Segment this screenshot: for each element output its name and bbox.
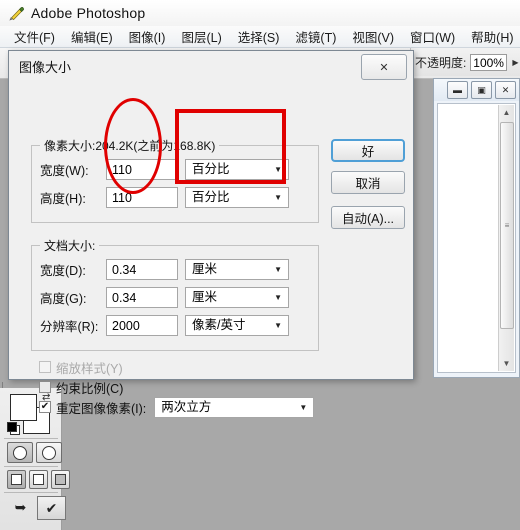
- menu-item-window[interactable]: 窗口(W): [402, 25, 463, 48]
- pixel-height-input[interactable]: 110: [106, 186, 178, 208]
- resample-image-checkbox[interactable]: ✔: [39, 401, 51, 413]
- doc-resolution-label: 分辨率(R):: [40, 319, 99, 334]
- pixel-width-unit-value: 百分比: [192, 161, 230, 176]
- minimize-icon[interactable]: ▬: [447, 81, 468, 99]
- quick-mask-mode-icon[interactable]: [36, 442, 62, 463]
- pixel-width-unit-select[interactable]: 百分比 ▼: [185, 158, 289, 180]
- doc-width-input[interactable]: 0.34: [106, 258, 178, 280]
- cancel-button[interactable]: 取消: [331, 171, 405, 194]
- menu-bar: 文件(F) 编辑(E) 图像(I) 图层(L) 选择(S) 滤镜(T) 视图(V…: [0, 26, 520, 48]
- resample-method-value: 两次立方: [161, 399, 212, 414]
- document-size-legend: 文档大小:: [44, 239, 96, 253]
- chevron-down-icon: ▼: [274, 264, 282, 274]
- standard-screen-mode-icon[interactable]: [7, 470, 26, 489]
- constrain-proportions-row[interactable]: 约束比例(C): [39, 377, 339, 397]
- opacity-slider-arrow-icon[interactable]: ▶: [511, 54, 520, 71]
- scale-styles-label: 缩放样式(Y): [56, 361, 123, 376]
- doc-height-input[interactable]: 0.34: [106, 286, 178, 308]
- document-titlebar: ▬ ▣ ✕: [434, 79, 519, 101]
- imageready-check-icon[interactable]: ✔: [37, 496, 66, 520]
- pixel-height-unit-select[interactable]: 百分比 ▼: [185, 186, 289, 208]
- resample-image-row[interactable]: ✔ 重定图像像素(I): 两次立方 ▼: [39, 396, 339, 418]
- pixel-width-input[interactable]: 110: [106, 158, 178, 180]
- pixel-height-label: 高度(H):: [40, 191, 86, 206]
- doc-resolution-unit-value: 像素/英寸: [192, 317, 246, 332]
- constrain-proportions-checkbox[interactable]: [39, 381, 51, 393]
- chevron-down-icon: ▼: [274, 164, 282, 174]
- full-screen-mode-icon[interactable]: [51, 470, 70, 489]
- doc-resolution-input[interactable]: 2000: [106, 314, 178, 336]
- doc-resolution-unit-select[interactable]: 像素/英寸 ▼: [185, 314, 289, 336]
- menu-item-filter[interactable]: 滤镜(T): [287, 25, 344, 48]
- chevron-down-icon: ▼: [274, 192, 282, 202]
- doc-width-row: 宽度(D): 0.34 厘米 ▼: [40, 256, 318, 282]
- doc-height-label: 高度(G):: [40, 291, 87, 306]
- resample-image-label: 重定图像像素(I):: [56, 401, 147, 416]
- dialog-options: 缩放样式(Y) 约束比例(C) ✔ 重定图像像素(I): 两次立方 ▼: [39, 357, 339, 418]
- dialog-titlebar: 图像大小: [9, 51, 413, 81]
- resample-method-select[interactable]: 两次立方 ▼: [154, 396, 315, 418]
- toolbox-divider-3: [4, 492, 58, 493]
- doc-width-label: 宽度(D):: [40, 263, 86, 278]
- pixel-height-unit-value: 百分比: [192, 189, 230, 204]
- quick-mask-mode-group: [7, 442, 62, 463]
- toolbox-divider-2: [4, 466, 58, 467]
- foreground-color-swatch[interactable]: [10, 394, 37, 421]
- scale-styles-row[interactable]: 缩放样式(Y): [39, 357, 339, 377]
- menu-item-select[interactable]: 选择(S): [230, 25, 288, 48]
- doc-resolution-row: 分辨率(R): 2000 像素/英寸 ▼: [40, 312, 318, 338]
- close-icon[interactable]: ✕: [495, 81, 516, 99]
- jump-to-imageready-group: ➥ ✔: [7, 496, 66, 520]
- chevron-down-icon: ▼: [299, 402, 308, 412]
- ok-button[interactable]: 好: [331, 139, 405, 162]
- menu-item-layer[interactable]: 图层(L): [173, 25, 229, 48]
- doc-width-unit-value: 厘米: [192, 261, 218, 276]
- app-title: Adobe Photoshop: [31, 5, 146, 21]
- pixel-dimensions-legend: 像素大小:204.2K(之前为168.8K): [44, 139, 216, 153]
- document-canvas[interactable]: ▲ ≡ ▼: [437, 103, 516, 373]
- photoshop-pen-icon: [8, 5, 25, 22]
- chevron-down-icon: ▼: [274, 320, 282, 330]
- document-size-group: 文档大小: 宽度(D): 0.34 厘米 ▼ 高度(G): 0.34 厘米 ▼ …: [31, 237, 319, 351]
- chevron-down-icon: ▼: [274, 292, 282, 302]
- scrollbar-thumb[interactable]: ≡: [500, 122, 514, 329]
- dialog-title: 图像大小: [19, 59, 72, 75]
- image-size-dialog: 图像大小 ✕ 像素大小:204.2K(之前为168.8K) 宽度(W): 110…: [8, 50, 414, 418]
- layers-palette-opacity-row: 不透明度: 100% ▶: [410, 48, 520, 76]
- opacity-label: 不透明度:: [415, 55, 467, 70]
- menu-item-file[interactable]: 文件(F): [6, 25, 63, 48]
- full-screen-menubar-icon[interactable]: [29, 470, 48, 489]
- standard-mode-icon[interactable]: [7, 442, 33, 463]
- scale-styles-checkbox[interactable]: [39, 361, 51, 373]
- doc-height-unit-select[interactable]: 厘米 ▼: [185, 286, 289, 308]
- doc-height-unit-value: 厘米: [192, 289, 218, 304]
- constrain-proportions-label: 约束比例(C): [56, 381, 124, 396]
- pixel-width-row: 宽度(W): 110 百分比 ▼: [40, 156, 318, 182]
- menu-item-help[interactable]: 帮助(H): [463, 25, 520, 48]
- vertical-scrollbar[interactable]: ▲ ≡ ▼: [498, 105, 514, 371]
- app-titlebar: Adobe Photoshop: [0, 0, 520, 26]
- screen-mode-group: [7, 470, 70, 489]
- opacity-value-input[interactable]: 100%: [470, 53, 507, 71]
- scroll-down-icon[interactable]: ▼: [499, 356, 514, 371]
- restore-icon[interactable]: ▣: [471, 81, 492, 99]
- pixel-width-label: 宽度(W):: [40, 163, 89, 178]
- dialog-close-icon[interactable]: ✕: [361, 54, 407, 80]
- doc-height-row: 高度(G): 0.34 厘米 ▼: [40, 284, 318, 310]
- toolbox-divider-1: [4, 438, 58, 439]
- menu-item-image[interactable]: 图像(I): [121, 25, 174, 48]
- pixel-dimensions-group: 像素大小:204.2K(之前为168.8K) 宽度(W): 110 百分比 ▼ …: [31, 137, 319, 223]
- jump-to-icon[interactable]: ➥: [7, 496, 34, 518]
- scroll-up-icon[interactable]: ▲: [499, 105, 514, 120]
- doc-width-unit-select[interactable]: 厘米 ▼: [185, 258, 289, 280]
- default-colors-icon[interactable]: [7, 422, 20, 435]
- menu-item-view[interactable]: 视图(V): [344, 25, 402, 48]
- auto-button[interactable]: 自动(A)...: [331, 206, 405, 229]
- menu-item-edit[interactable]: 编辑(E): [63, 25, 121, 48]
- document-window: ▬ ▣ ✕ ▲ ≡ ▼: [433, 78, 520, 378]
- pixel-height-row: 高度(H): 110 百分比 ▼: [40, 184, 318, 210]
